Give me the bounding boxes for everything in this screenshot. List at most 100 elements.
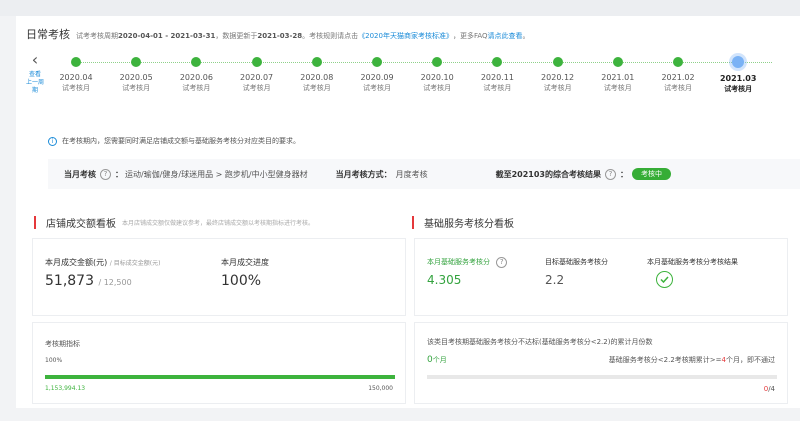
faq-link[interactable]: 请点此查看 [488,31,523,41]
timeline-period-label: 2020.12 [541,73,575,82]
timeline-period-2020-10[interactable]: 2020.10 试考核月 [407,56,467,93]
help-icon[interactable]: ? [496,257,508,268]
score-label: 本月基础服务考核分 ? [427,257,511,268]
kpi-percent: 100% [45,357,63,364]
service-board-name: 基础服务考核分看板 [424,219,514,230]
header-desc-mid3: ，更多FAQ [452,32,488,40]
header-period: 2020-04-01 - 2021-03-31 [118,32,216,40]
score-value: 4.305 [427,273,462,287]
period-timeline: 2020.04 试考核月 2020.05 试考核月 2020.06 试考核月 2020.07… [46,52,798,112]
timeline-period-2020-07[interactable]: 2020.07 试考核月 [227,56,287,93]
header-desc-end: 。 [522,32,530,40]
timeline-period-2020-06[interactable]: 2020.06 试考核月 [166,56,226,93]
timeline-status-label: 试考核月 [724,85,753,93]
period-dot [552,57,563,67]
timeline-period-2020-09[interactable]: 2020.09 试考核月 [347,56,407,93]
kpi-target: 150,000 [368,385,393,392]
timeline-status-label: 试考核月 [603,84,632,92]
score-result-label: 本月基础服务考核分考核结果 [647,258,738,266]
timeline-period-label: 2020.07 [240,73,274,82]
month-assess-colon: ： [115,169,123,179]
service-board-title: 基础服务考核分看板 [412,215,520,230]
sales-board-title: 店铺成交额看板 本月店铺成交额仅做建议参考，最终店铺成交额以考核期指标进行考核。 [34,215,314,230]
timeline-period-2021-01[interactable]: 2021.01 试考核月 [588,56,648,93]
target-score-label: 目标基础服务考核分 [545,258,608,266]
fail-ratio: 0/4 [764,385,775,393]
timeline-period-label: 2021.02 [661,73,695,82]
page-header: 日常考核 试考考核周期 2020-04-01 - 2021-03-31 ，数据更… [26,26,530,41]
assessment-card: 日常考核 试考考核周期 2020-04-01 - 2021-03-31 ，数据更… [16,16,800,408]
timeline-status-label: 试考核月 [242,84,271,92]
kpi-current: 1,153,994.13 [45,385,86,392]
amount-label: 本月成交金额(元) [45,258,108,267]
title-accent [34,216,36,229]
sales-amount-panel: 本月成交金额(元) / 目标成交金额(元) 51,873 / 12,500 本月… [32,238,406,316]
fail-rule-text: 基础服务考核分<2.2考核期累计>=4个月，即不通过 [609,355,775,365]
fail-rule-prefix: 基础服务考核分<2.2考核期累计>= [608,356,722,364]
kpi-label: 考核期指标 [45,340,80,348]
timeline-status-label: 试考核月 [182,84,211,92]
result-label: 截至202103的综合考核结果 [495,169,601,179]
status-badge: 考核中 [631,168,671,180]
previous-period-label-1: 查看 [28,71,41,78]
fail-rule-suffix: 个月，即不通过 [726,356,775,364]
help-icon[interactable]: ? [604,168,616,180]
help-icon[interactable]: ? [100,168,111,180]
timeline-status-label: 试考核月 [122,84,151,92]
timeline-period-label: 2020.09 [360,73,394,82]
notice-text: 在考核期内，您需要同时满足店铺成交额与基础服务考核分对应类目的要求。 [62,137,300,145]
timeline-status-label: 试考核月 [483,84,512,92]
fail-months-value: 0个月 [427,355,447,365]
timeline-period-2020-08[interactable]: 2020.08 试考核月 [287,56,347,93]
timeline-status-label: 试考核月 [543,84,572,92]
timeline-period-2021-03[interactable]: 2021.03 试考核月 [708,56,768,94]
method-value: 月度考核 [395,169,428,179]
timeline-period-2020-05[interactable]: 2020.05 试考核月 [106,56,166,93]
current-period-dot [732,56,745,68]
timeline-period-label: 2020.06 [179,73,213,82]
rule-link[interactable]: 《2020年天猫商家考核标准》 [358,31,453,41]
timeline-period-2021-02[interactable]: 2021.02 试考核月 [648,56,708,93]
timeline-period-label: 2021.01 [601,73,635,82]
title-accent [412,216,414,229]
fail-months-label: 该类目考核期基础服务考核分不达标(基础服务考核分<2.2)的累计月份数 [427,338,653,346]
target-amount-value: 12,500 [103,278,132,287]
timeline-status-label: 试考核月 [363,84,391,92]
top-bar [0,0,800,16]
fail-progress-bar [427,375,777,379]
target-score-value: 2.2 [545,273,565,287]
timeline-period-label: 2021.03 [719,74,757,83]
previous-period-button[interactable]: ‹ 查看 上一周期 [24,52,46,95]
month-assess-label: 当月考核 [64,169,96,179]
period-dot [372,57,382,67]
timeline-period-2020-04[interactable]: 2020.04 试考核月 [46,56,106,93]
method-label: 当月考核方式： [335,169,392,179]
timeline-status-label: 试考核月 [62,84,90,92]
timeline-period-label: 2020.08 [300,73,334,82]
timeline-period-2020-12[interactable]: 2020.12 试考核月 [528,56,588,93]
timeline-period-2020-11[interactable]: 2020.11 试考核月 [467,56,527,93]
previous-period-label-2: 上一周期 [25,79,44,94]
timeline-period-label: 2020.11 [480,73,514,82]
period-dot [311,57,322,67]
timeline-status-label: 试考核月 [423,84,452,92]
amount-label-row: 本月成交金额(元) / 目标成交金额(元) [45,257,160,268]
timeline-period-label: 2020.04 [59,73,93,82]
header-desc-prefix: 试考考核周期 [76,32,118,40]
requirement-notice: i 在考核期内，您需要同时满足店铺成交额与基础服务考核分对应类目的要求。 [48,136,300,146]
result-colon: ： [619,169,628,179]
sales-board-name: 店铺成交额看板 [46,219,116,230]
timeline-status-label: 试考核月 [664,84,692,92]
header-desc-mid: ，数据更新于 [215,32,258,40]
target-amount-label: / 目标成交金额(元) [109,260,161,267]
amount-value-row: 51,873 / 12,500 [45,273,132,289]
service-score-panel: 本月基础服务考核分 ? 4.305 目标基础服务考核分 2.2 本月基础服务考核… [414,238,788,316]
period-dot [612,57,623,67]
period-dot [492,57,503,67]
sales-board-subtitle: 本月店铺成交额仅做建议参考，最终店铺成交额以考核期指标进行考核。 [122,220,315,227]
progress-label: 本月成交进度 [221,258,269,267]
kpi-progress-bar [45,375,395,379]
period-dot [131,57,142,67]
period-dot [251,57,262,67]
period-dot [71,57,81,67]
